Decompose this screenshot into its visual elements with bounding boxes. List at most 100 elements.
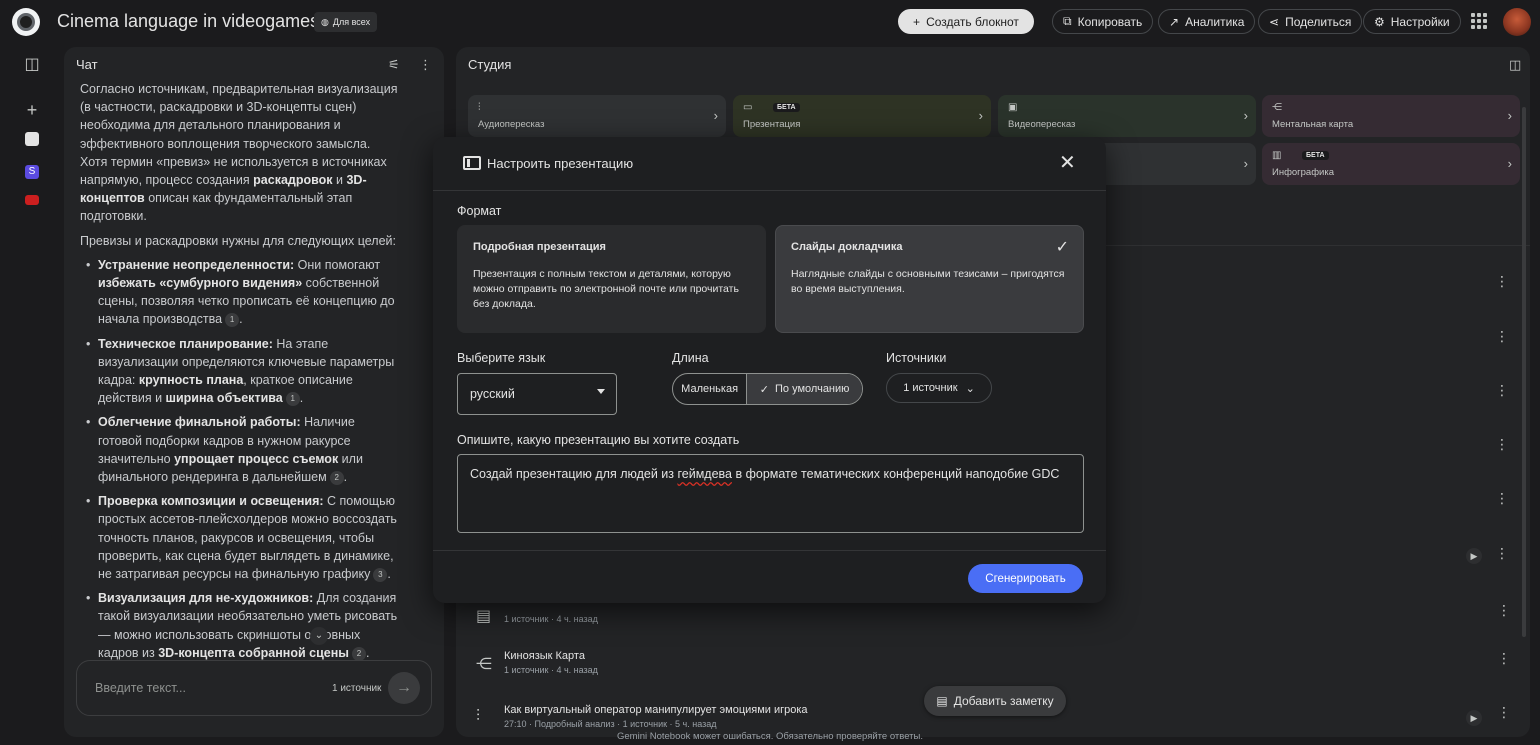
dropdown-arrow-icon (597, 389, 605, 394)
chevron-right-icon: › (1507, 156, 1512, 171)
language-value: русский (470, 387, 515, 401)
length-option-default[interactable]: ✓ По умолчанию (747, 374, 862, 404)
settings-button[interactable]: ⚙ Настройки (1363, 9, 1461, 34)
more-vert-icon[interactable]: ⋮ (1495, 382, 1509, 399)
video-icon: ▣ (1008, 102, 1018, 113)
list-item: Облегчение финальной работы: Наличие гот… (86, 413, 398, 486)
chat-message: Согласно источникам, предварительная виз… (80, 80, 398, 668)
citation-chip[interactable]: 2 (351, 646, 366, 661)
length-toggle: Маленькая ✓ По умолчанию (672, 373, 863, 405)
item-meta: 1 источник · 4 ч. назад (504, 614, 598, 624)
slides-icon: ▭ (743, 102, 753, 113)
chat-input[interactable]: Введите текст... 1 источник → (76, 660, 432, 716)
more-vert-icon[interactable]: ⋮ (1497, 650, 1511, 667)
list-item: Устранение неопределенности: Они помогаю… (86, 256, 398, 329)
list-item[interactable]: ⋲ Киноязык Карта 1 источник · 4 ч. назад… (476, 650, 1516, 690)
add-source-icon[interactable]: + (24, 101, 40, 119)
more-vert-icon[interactable]: ⋮ (419, 57, 432, 73)
add-note-button[interactable]: ▤ Добавить заметку (924, 686, 1066, 716)
tile-label: Ментальная карта (1272, 119, 1354, 130)
share-icon: ⋖ (1269, 14, 1280, 29)
source-icon-doc[interactable] (24, 132, 40, 148)
tile-mind-map[interactable]: ⋲ Ментальная карта › (1262, 95, 1520, 137)
tile-audio-overview[interactable]: ⫶ Аудиопересказ › (468, 95, 726, 137)
chevron-right-icon: › (1243, 156, 1248, 171)
globe-icon: ◍ (321, 16, 329, 27)
send-button[interactable]: → (388, 672, 420, 704)
citation-chip[interactable]: 3 (373, 568, 388, 583)
analytics-label: Аналитика (1185, 14, 1245, 29)
format-option-desc: Наглядные слайды с основными тезисами – … (791, 268, 1065, 295)
chat-title: Чат (76, 57, 98, 72)
more-vert-icon[interactable]: ⋮ (1497, 602, 1511, 619)
more-vert-icon[interactable]: ⋮ (1495, 273, 1509, 290)
scrollbar[interactable] (1522, 107, 1526, 637)
format-option-presenter-slides[interactable]: Слайды докладчика Наглядные слайды с осн… (775, 225, 1084, 333)
list-item[interactable]: ▤ 1 источник · 4 ч. назад ⋮ (476, 602, 1516, 642)
top-bar: Cinema language in videogames ◍ Для всех… (0, 0, 1540, 44)
chevron-right-icon: › (1243, 108, 1248, 123)
analytics-button[interactable]: ↗ Аналитика (1158, 9, 1256, 34)
length-label: Длина (672, 351, 709, 365)
more-vert-icon[interactable]: ⋮ (1495, 328, 1509, 345)
copy-icon: ⧉ (1063, 14, 1072, 28)
share-button[interactable]: ⋖ Поделиться (1258, 9, 1363, 34)
sources-dropdown[interactable]: 1 источник ⌄ (886, 373, 992, 403)
play-icon[interactable]: ▶ (1466, 548, 1482, 564)
avatar[interactable] (1503, 8, 1531, 36)
citation-chip[interactable]: 2 (329, 471, 344, 486)
divider (433, 550, 1106, 551)
youtube-icon[interactable] (24, 192, 40, 208)
more-vert-icon[interactable]: ⋮ (1495, 436, 1509, 453)
mind-map-icon: ⋲ (476, 656, 492, 673)
slides-icon (463, 156, 481, 170)
length-option-label: Маленькая (681, 383, 739, 395)
prompt-text: Создай презентацию для людей из геймдева… (470, 467, 1060, 481)
beta-badge: БЕТА (1302, 151, 1329, 160)
language-label: Выберите язык (457, 351, 546, 365)
source-icon-s[interactable]: S (24, 162, 40, 179)
prompt-textarea[interactable]: Создай презентацию для людей из геймдева… (457, 454, 1084, 533)
waveform-icon: ⫶ (478, 102, 481, 113)
expand-sources-icon[interactable]: ◫ (24, 57, 40, 73)
chat-input-placeholder: Введите текст... (95, 681, 186, 695)
citation-chip[interactable]: 1 (225, 313, 240, 328)
create-notebook-button[interactable]: + Создать блокнот (898, 9, 1034, 34)
tile-video-overview[interactable]: ▣ Видеопересказ › (998, 95, 1256, 137)
dialog-header: Настроить презентацию ✕ (433, 137, 1106, 191)
message-paragraph: Согласно источникам, предварительная виз… (80, 82, 398, 224)
chevron-right-icon: › (978, 108, 983, 123)
citation-chip[interactable]: 1 (285, 392, 300, 407)
play-icon[interactable]: ▶ (1466, 710, 1482, 726)
length-option-short[interactable]: Маленькая (673, 374, 748, 404)
message-paragraph: Превизы и раскадровки нужны для следующи… (80, 233, 396, 248)
copy-button[interactable]: ⧉ Копировать (1052, 9, 1154, 34)
format-option-detailed[interactable]: Подробная презентация Презентация с полн… (457, 225, 766, 333)
item-title: Как виртуальный оператор манипулирует эм… (504, 704, 808, 716)
language-select[interactable]: русский (457, 373, 617, 415)
list-item: Визуализация для не-художников: Для созд… (86, 589, 398, 662)
generate-button[interactable]: Сгенерировать (968, 564, 1083, 593)
tile-infographic[interactable]: ▥ БЕТА Инфографика › (1262, 143, 1520, 185)
apps-grid-icon[interactable] (1471, 13, 1487, 29)
more-vert-icon[interactable]: ⋮ (1497, 704, 1511, 721)
notebooklm-logo-icon[interactable] (12, 8, 40, 36)
prompt-label: Опишите, какую презентацию вы хотите соз… (457, 433, 740, 447)
tile-label: Инфографика (1272, 167, 1334, 178)
scroll-down-icon[interactable]: ⌄ (310, 627, 328, 645)
bar-chart-icon: ▥ (1272, 150, 1282, 161)
gear-icon: ⚙ (1374, 14, 1385, 29)
message-list: Устранение неопределенности: Они помогаю… (80, 256, 398, 662)
list-item: Техническое планирование: На этапе визуа… (86, 335, 398, 408)
tile-presentation[interactable]: ▭ БЕТА Презентация › (733, 95, 991, 137)
more-vert-icon[interactable]: ⋮ (1495, 490, 1509, 507)
collapse-panel-icon[interactable]: ◫ (1509, 57, 1521, 73)
visibility-badge[interactable]: ◍ Для всех (314, 12, 378, 32)
studio-title: Студия (468, 57, 512, 72)
sources-label: Источники (886, 351, 947, 365)
check-icon: ✓ (1055, 239, 1069, 256)
notebook-title[interactable]: Cinema language in videogames (57, 11, 319, 32)
close-icon[interactable]: ✕ (1059, 153, 1076, 173)
chevron-right-icon: › (713, 108, 718, 123)
tune-icon[interactable]: ⚟ (388, 57, 400, 73)
